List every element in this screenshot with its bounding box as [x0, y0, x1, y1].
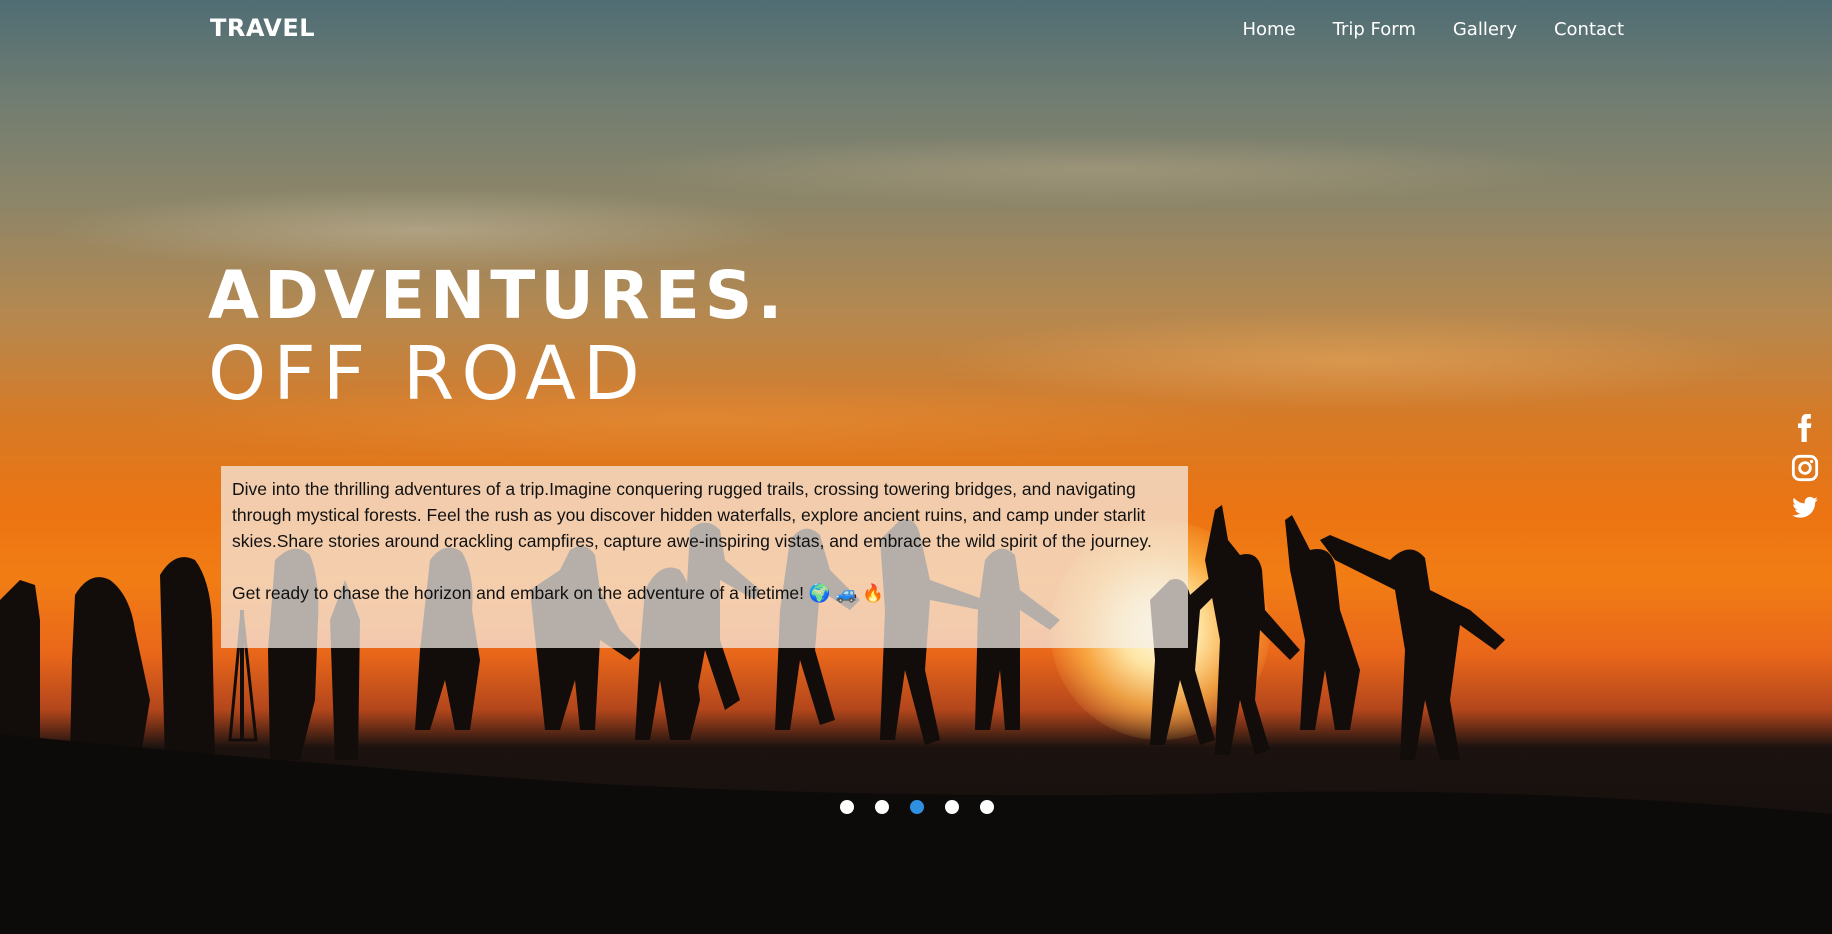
slider-dot-2[interactable] [875, 800, 889, 814]
hero-title-line2: OFF ROAD [208, 331, 647, 417]
social-links [1788, 414, 1822, 522]
top-navbar: TRAVEL Home Trip Form Gallery Contact [0, 0, 1832, 62]
hill-ground [0, 734, 1832, 934]
nav-trip-form-link[interactable]: Trip Form [1333, 19, 1416, 40]
slider-dot-4[interactable] [945, 800, 959, 814]
hero-paragraph-2: Get ready to chase the horizon and embar… [232, 583, 884, 603]
nav-gallery-link[interactable]: Gallery [1453, 19, 1517, 40]
hero-description-box: Dive into the thrilling adventures of a … [221, 466, 1188, 648]
slider-dot-5[interactable] [980, 800, 994, 814]
slider-dot-1[interactable] [840, 800, 854, 814]
nav-home-link[interactable]: Home [1242, 19, 1295, 40]
hero-paragraph-1: Dive into the thrilling adventures of a … [232, 479, 1152, 551]
twitter-icon[interactable] [1791, 494, 1819, 522]
facebook-icon[interactable] [1791, 414, 1819, 442]
site-logo[interactable]: TRAVEL [210, 14, 315, 42]
hero-headline: ADVENTURES. OFF ROAD [208, 257, 788, 417]
hero-section: TRAVEL Home Trip Form Gallery Contact AD… [0, 0, 1832, 934]
instagram-icon[interactable] [1791, 454, 1819, 482]
hero-title-line1: ADVENTURES. [208, 257, 788, 334]
slider-dot-3[interactable] [910, 800, 924, 814]
slider-dots [840, 800, 994, 814]
nav-links: Home Trip Form Gallery Contact [1242, 19, 1624, 40]
nav-contact-link[interactable]: Contact [1554, 19, 1624, 40]
